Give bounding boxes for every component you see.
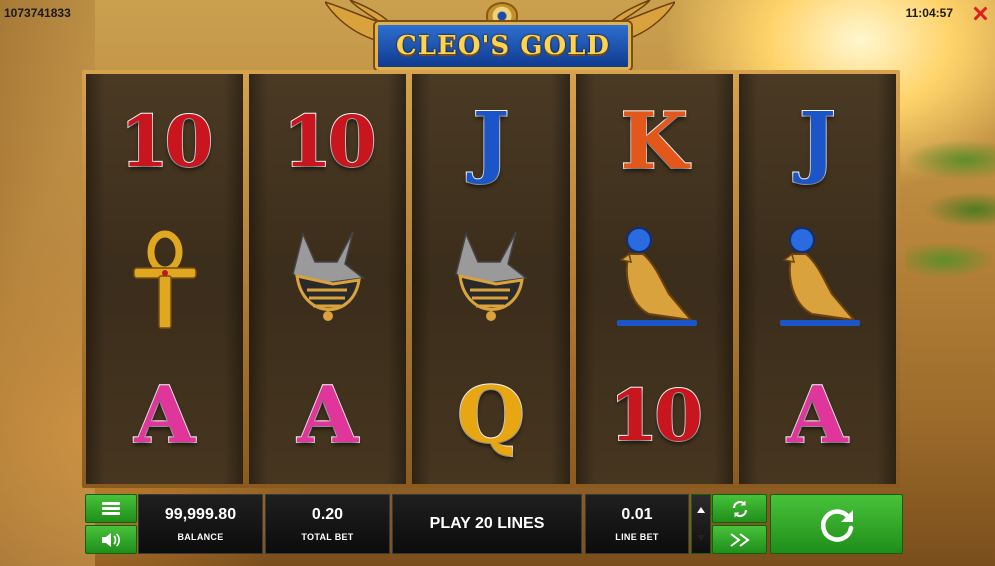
symbol-a: A [786,369,849,461]
balance-display: 99,999.80 BALANCE [138,494,263,554]
control-bar: 99,999.80 BALANCE 0.20 TOTAL BET PLAY 20… [85,494,903,556]
hamburger-icon [102,501,120,516]
reel-cell [412,211,569,348]
symbol-j: J [472,96,511,188]
menu-button[interactable] [85,494,137,523]
reel-cell [576,211,733,348]
sound-button[interactable] [85,525,137,554]
spin-button[interactable] [770,494,903,554]
logo-title: CLEO'S GOLD [396,31,610,61]
symbol-a: A [297,369,360,461]
reel-cell [86,211,243,348]
reel-3: J Q [412,74,570,484]
reel-cell: J [739,74,896,211]
reel-cell: A [249,347,406,484]
reel-cell: Q [412,347,569,484]
line-bet-stepper[interactable] [691,494,711,554]
arrow-down-icon[interactable] [697,535,705,541]
reel-2: 10 A [249,74,407,484]
total-bet-label: TOTAL BET [301,532,354,542]
anubis-icon [291,231,365,321]
total-bet-value: 0.20 [311,506,344,523]
line-bet-label: LINE BET [615,532,659,542]
reel-4: K 10 [575,74,733,484]
balance-label: BALANCE [177,532,224,542]
play-lines-label: PLAY 20 LINES [429,515,545,532]
clock: 11:04:57 [905,6,953,20]
symbol-10: 10 [119,100,214,184]
autoplay-button[interactable] [712,494,767,523]
reel-1: 10 A [86,74,244,484]
line-bet-display: 0.01 LINE BET [585,494,689,554]
reels-grid: 10 A 10 AJ QK 10 J A [86,74,897,484]
spin-icon [820,509,853,542]
reel-cell: K [576,74,733,211]
reel-cell [249,211,406,348]
reel-cell: 10 [86,74,243,211]
balance-value: 99,999.80 [164,506,237,523]
arrow-up-icon[interactable] [697,507,705,513]
speaker-icon [102,532,120,547]
reel-cell: 10 [249,74,406,211]
symbol-10: 10 [608,373,703,457]
play-lines-button[interactable]: PLAY 20 LINES [392,494,582,554]
fast-forward-icon [729,532,750,547]
total-bet-display: 0.20 TOTAL BET [265,494,390,554]
reel-cell: A [86,347,243,484]
background-palm [905,130,995,330]
reel-cell: A [739,347,896,484]
session-id: 1073741833 [4,6,71,20]
anubis-icon [455,231,528,321]
reel-5: J A [738,74,897,484]
close-icon[interactable] [973,6,987,20]
reel-cell: 10 [576,347,733,484]
reel-cell: J [412,74,569,211]
symbol-k: K [619,96,689,188]
game-logo: CLEO'S GOLD [375,22,631,70]
symbol-10: 10 [282,100,377,184]
horus-falcon-icon [780,227,861,326]
line-bet-value: 0.01 [621,506,653,523]
symbol-a: A [133,369,196,461]
autoplay-icon [732,500,747,517]
horus-falcon-icon [617,227,698,326]
turbo-button[interactable] [712,525,767,554]
reel-cell [739,211,896,348]
symbol-j: J [798,96,837,188]
symbol-q: Q [456,369,526,461]
ankh-icon [132,230,197,329]
background-pyramid [0,0,95,566]
